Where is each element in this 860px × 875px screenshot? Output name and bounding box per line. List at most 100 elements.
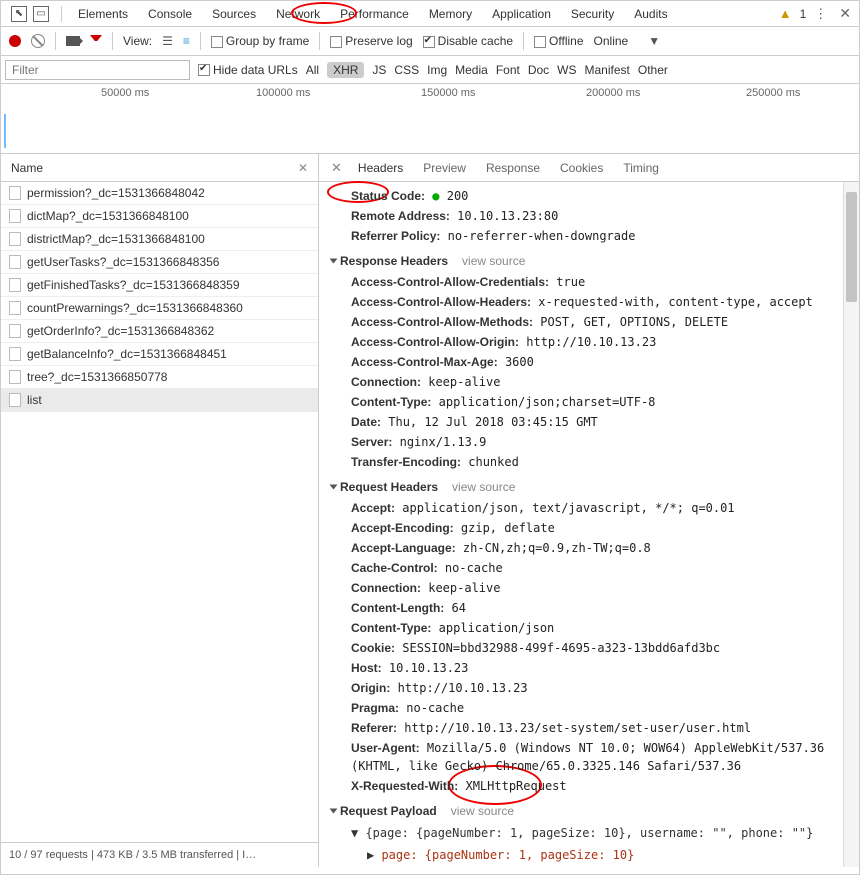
filter-icon[interactable] bbox=[90, 35, 102, 47]
tab-response[interactable]: Response bbox=[476, 154, 550, 181]
group-by-frame-checkbox[interactable]: Group by frame bbox=[211, 34, 309, 48]
timeline-tick: 50000 ms bbox=[101, 87, 149, 99]
payload-summary: ▼ {page: {pageNumber: 1, pageSize: 10}, … bbox=[323, 822, 859, 844]
header-row: X-Requested-With: XMLHttpRequest bbox=[323, 776, 859, 796]
request-payload-section[interactable]: Request Payloadview source bbox=[323, 796, 859, 822]
filter-other[interactable]: Other bbox=[638, 63, 668, 77]
header-row: Access-Control-Max-Age: 3600 bbox=[323, 352, 859, 372]
header-row: Host: 10.10.13.23 bbox=[323, 658, 859, 678]
timeline-marker bbox=[4, 114, 6, 148]
header-row: Date: Thu, 12 Jul 2018 03:45:15 GMT bbox=[323, 412, 859, 432]
capture-screenshot-icon[interactable] bbox=[66, 36, 80, 46]
separator bbox=[55, 32, 56, 50]
tab-security[interactable]: Security bbox=[561, 2, 624, 26]
header-row: Connection: keep-alive bbox=[323, 372, 859, 392]
request-row[interactable]: countPrewarnings?_dc=1531366848360 bbox=[1, 297, 318, 320]
request-row[interactable]: getOrderInfo?_dc=1531366848362 bbox=[1, 320, 318, 343]
header-row: Pragma: no-cache bbox=[323, 698, 859, 718]
tab-timing[interactable]: Timing bbox=[613, 154, 669, 181]
throttling-dropdown-icon[interactable]: ▼ bbox=[648, 34, 660, 48]
tab-elements[interactable]: Elements bbox=[68, 2, 138, 26]
response-headers-section[interactable]: Response Headersview source bbox=[323, 246, 859, 272]
separator bbox=[200, 32, 201, 50]
filter-doc[interactable]: Doc bbox=[528, 63, 549, 77]
filter-ws[interactable]: WS bbox=[557, 63, 576, 77]
header-row: Accept-Encoding: gzip, deflate bbox=[323, 518, 859, 538]
filter-media[interactable]: Media bbox=[455, 63, 488, 77]
header-row: Connection: keep-alive bbox=[323, 578, 859, 598]
request-headers-section[interactable]: Request Headersview source bbox=[323, 472, 859, 498]
timeline-tick: 150000 ms bbox=[421, 87, 475, 99]
filter-js[interactable]: JS bbox=[372, 63, 386, 77]
header-row: Content-Length: 64 bbox=[323, 598, 859, 618]
kebab-menu-icon[interactable]: ⋮ bbox=[814, 6, 827, 22]
filter-manifest[interactable]: Manifest bbox=[585, 63, 630, 77]
filter-all[interactable]: All bbox=[306, 63, 319, 77]
hide-data-urls-checkbox[interactable]: Hide data URLs bbox=[198, 63, 298, 77]
device-toggle-icon[interactable]: ▭ bbox=[33, 6, 49, 22]
tab-network[interactable]: Network bbox=[266, 2, 330, 26]
filter-xhr[interactable]: XHR bbox=[327, 62, 364, 78]
header-row: Transfer-Encoding: chunked bbox=[323, 452, 859, 472]
throttling-select[interactable]: Online bbox=[594, 34, 629, 48]
filter-img[interactable]: Img bbox=[427, 63, 447, 77]
large-rows-icon[interactable]: ☰ bbox=[162, 34, 173, 48]
request-list[interactable]: permission?_dc=1531366848042 dictMap?_dc… bbox=[1, 182, 318, 842]
request-row[interactable]: dictMap?_dc=1531366848100 bbox=[1, 205, 318, 228]
clear-icon[interactable] bbox=[31, 34, 45, 48]
warning-icon[interactable]: ▲ bbox=[779, 6, 792, 21]
tab-preview[interactable]: Preview bbox=[413, 154, 476, 181]
tab-performance[interactable]: Performance bbox=[330, 2, 419, 26]
warning-count: 1 bbox=[800, 7, 807, 21]
payload-phone: phone: "" bbox=[323, 866, 859, 867]
network-timeline[interactable]: 50000 ms 100000 ms 150000 ms 200000 ms 2… bbox=[1, 84, 859, 154]
scrollbar[interactable] bbox=[843, 182, 859, 867]
offline-checkbox[interactable]: Offline bbox=[534, 34, 583, 48]
request-row[interactable]: tree?_dc=1531366850778 bbox=[1, 366, 318, 389]
close-devtools-icon[interactable]: ✕ bbox=[835, 5, 855, 22]
request-row-selected[interactable]: list bbox=[1, 389, 318, 412]
filter-input[interactable] bbox=[5, 60, 190, 80]
network-toolbar: View: ☰ ≡ Group by frame Preserve log Di… bbox=[1, 27, 859, 56]
request-row[interactable]: getBalanceInfo?_dc=1531366848451 bbox=[1, 343, 318, 366]
file-icon bbox=[9, 255, 21, 269]
tab-application[interactable]: Application bbox=[482, 2, 561, 26]
disable-cache-checkbox[interactable]: Disable cache bbox=[423, 34, 513, 48]
tab-audits[interactable]: Audits bbox=[624, 2, 677, 26]
header-status-code: Status Code: ● 200 bbox=[323, 186, 859, 206]
header-referrer-policy: Referrer Policy: no-referrer-when-downgr… bbox=[323, 226, 859, 246]
headers-detail[interactable]: Status Code: ● 200 Remote Address: 10.10… bbox=[319, 182, 859, 867]
file-icon bbox=[9, 347, 21, 361]
timeline-tick: 250000 ms bbox=[746, 87, 800, 99]
close-detail-icon[interactable]: ✕ bbox=[325, 160, 348, 176]
status-bar: 10 / 97 requests | 473 KB / 3.5 MB trans… bbox=[1, 842, 318, 867]
view-source-link[interactable]: view source bbox=[451, 804, 514, 818]
file-icon bbox=[9, 209, 21, 223]
request-row[interactable]: permission?_dc=1531366848042 bbox=[1, 182, 318, 205]
payload-page: ▶ page: {pageNumber: 1, pageSize: 10} bbox=[323, 844, 859, 866]
request-list-header[interactable]: Name ✕ bbox=[1, 154, 318, 182]
waterfall-icon[interactable]: ≡ bbox=[183, 34, 190, 48]
filter-css[interactable]: CSS bbox=[394, 63, 419, 77]
file-icon bbox=[9, 393, 21, 407]
tab-memory[interactable]: Memory bbox=[419, 2, 482, 26]
request-row[interactable]: getUserTasks?_dc=1531366848356 bbox=[1, 251, 318, 274]
header-row: Access-Control-Allow-Headers: x-requeste… bbox=[323, 292, 859, 312]
file-icon bbox=[9, 301, 21, 315]
header-row: Access-Control-Allow-Credentials: true bbox=[323, 272, 859, 292]
view-source-link[interactable]: view source bbox=[452, 480, 515, 494]
view-source-link[interactable]: view source bbox=[462, 254, 525, 268]
record-icon[interactable] bbox=[9, 35, 21, 47]
close-pane-icon[interactable]: ✕ bbox=[298, 161, 308, 175]
request-row[interactable]: districtMap?_dc=1531366848100 bbox=[1, 228, 318, 251]
preserve-log-checkbox[interactable]: Preserve log bbox=[330, 34, 412, 48]
tab-headers[interactable]: Headers bbox=[348, 154, 413, 181]
separator bbox=[61, 6, 62, 22]
separator bbox=[112, 32, 113, 50]
request-row[interactable]: getFinishedTasks?_dc=1531366848359 bbox=[1, 274, 318, 297]
tab-console[interactable]: Console bbox=[138, 2, 202, 26]
tab-cookies[interactable]: Cookies bbox=[550, 154, 613, 181]
filter-font[interactable]: Font bbox=[496, 63, 520, 77]
tab-sources[interactable]: Sources bbox=[202, 2, 266, 26]
inspect-icon[interactable]: ⬉ bbox=[11, 6, 27, 22]
